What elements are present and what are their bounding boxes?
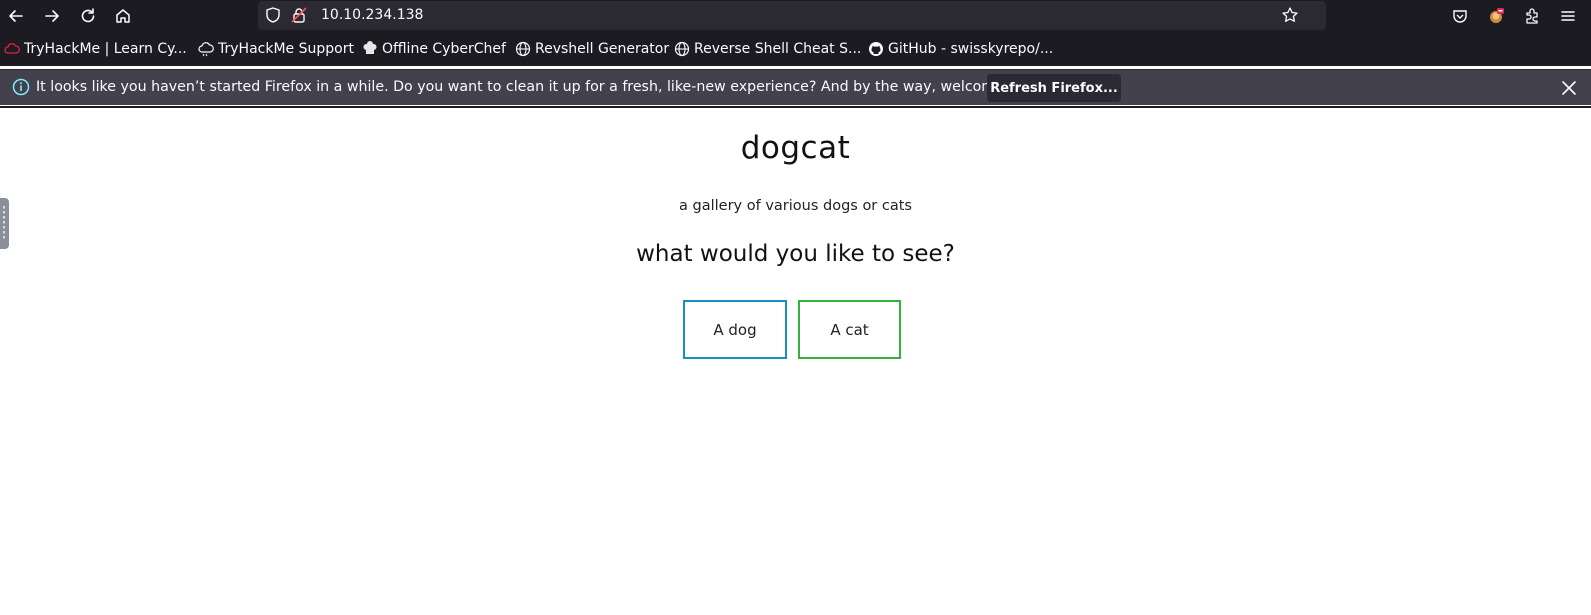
bookmark-label: Reverse Shell Cheat S...: [694, 41, 862, 57]
bookmark-cyberchef[interactable]: Offline CyberChef: [362, 40, 506, 58]
back-arrow-icon: [9, 10, 23, 22]
tryhackme-cloud-icon: [4, 41, 20, 57]
sidebar-handle[interactable]: [0, 198, 9, 249]
web-page: dogcat a gallery of various dogs or cats…: [0, 108, 1591, 615]
bookmark-revshell-generator[interactable]: Revshell Generator: [515, 40, 669, 58]
bookmark-reverse-shell-cheat-sheet[interactable]: Reverse Shell Cheat S...: [674, 40, 861, 58]
cloud-icon: [198, 41, 214, 57]
url-text[interactable]: 10.10.234.138: [321, 7, 423, 23]
extension-avatar-icon: [1490, 8, 1504, 23]
page-title: dogcat: [740, 130, 851, 166]
info-icon: [12, 78, 30, 96]
menu-button[interactable]: [1555, 3, 1581, 29]
browser-toolbar: 10.10.234.138: [0, 0, 1591, 32]
refresh-firefox-button[interactable]: Refresh Firefox...: [987, 74, 1121, 102]
bookmark-tryhackme[interactable]: TryHackMe | Learn Cy...: [4, 40, 187, 58]
close-icon[interactable]: [1559, 78, 1579, 98]
puzzle-icon: [1526, 8, 1538, 24]
home-button[interactable]: [110, 3, 136, 29]
globe-icon: [674, 41, 690, 57]
reload-icon: [81, 8, 95, 23]
cat-button[interactable]: A cat: [798, 300, 901, 359]
back-button[interactable]: [3, 3, 29, 29]
pocket-icon: [1453, 10, 1467, 23]
notification-text: It looks like you haven’t started Firefo…: [36, 79, 1048, 95]
reload-button[interactable]: [75, 3, 101, 29]
bookmark-tryhackme-support[interactable]: TryHackMe Support: [198, 40, 354, 58]
github-icon: [868, 41, 884, 57]
chef-hat-icon: [362, 41, 378, 57]
shield-icon[interactable]: [264, 6, 282, 24]
hamburger-menu-icon: [1561, 11, 1575, 21]
page-subtitle: a gallery of various dogs or cats: [679, 198, 912, 214]
bookmark-label: TryHackMe Support: [218, 41, 354, 57]
bookmark-github-swisskyrepo[interactable]: GitHub - swisskyrepo/...: [868, 40, 1053, 58]
bookmarks-toolbar: TryHackMe | Learn Cy... TryHackMe Suppor…: [0, 32, 1591, 66]
extension-button[interactable]: [1483, 3, 1509, 29]
home-icon: [116, 9, 130, 23]
bookmark-label: GitHub - swisskyrepo/...: [888, 41, 1054, 57]
bookmark-label: Revshell Generator: [535, 41, 670, 57]
insecure-lock-icon[interactable]: [290, 6, 308, 24]
extensions-button[interactable]: [1519, 3, 1545, 29]
forward-arrow-icon: [45, 10, 59, 22]
globe-icon: [515, 41, 531, 57]
bookmark-label: Offline CyberChef: [382, 41, 506, 57]
firefox-refresh-notification: It looks like you haven’t started Firefo…: [0, 69, 1591, 105]
address-bar[interactable]: 10.10.234.138: [258, 1, 1326, 30]
page-question: what would you like to see?: [636, 241, 955, 267]
bookmark-label: TryHackMe | Learn Cy...: [24, 41, 187, 57]
bookmark-star-icon[interactable]: [1281, 6, 1299, 24]
dog-button[interactable]: A dog: [683, 300, 787, 359]
pocket-button[interactable]: [1447, 3, 1473, 29]
forward-button[interactable]: [39, 3, 65, 29]
